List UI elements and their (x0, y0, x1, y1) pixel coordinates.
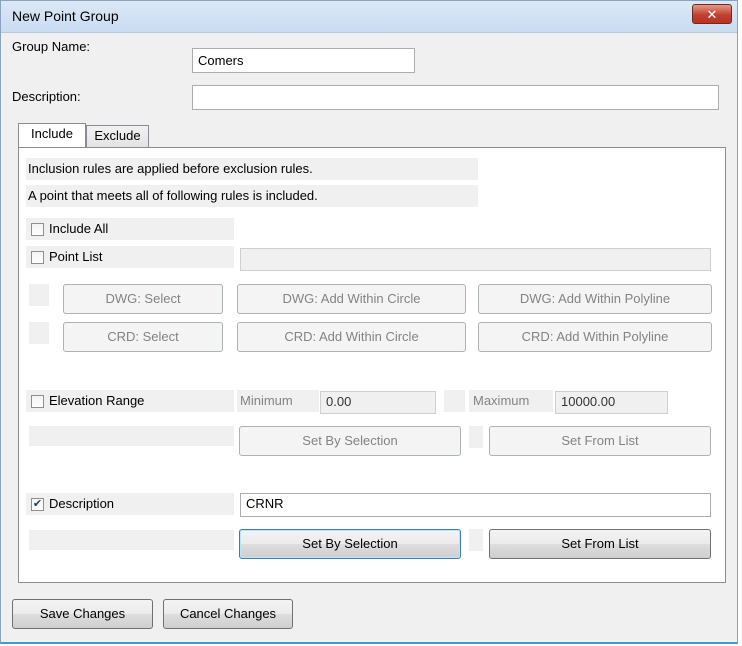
minimum-strip: Minimum (237, 390, 319, 412)
maximum-input[interactable]: 10000.00 (555, 391, 668, 414)
point-list-input[interactable] (240, 248, 711, 271)
elevation-range-checkbox[interactable] (31, 395, 44, 408)
include-all-label: Include All (49, 221, 109, 236)
crd-select-button[interactable]: CRD: Select (63, 322, 223, 352)
elevation-mid-spacer (469, 426, 483, 448)
elevation-range-row: Elevation Range (26, 390, 234, 412)
description-set-from-list-button[interactable]: Set From List (489, 529, 711, 559)
cancel-changes-button[interactable]: Cancel Changes (163, 599, 293, 629)
maximum-strip: Maximum (469, 390, 553, 412)
point-list-row: Point List (26, 246, 234, 268)
maximum-spacer (444, 390, 465, 412)
maximum-label: Maximum (473, 393, 530, 408)
dialog-window: New Point Group ✕ Group Name: Comers Des… (0, 0, 738, 644)
inclusion-order-note: Inclusion rules are applied before exclu… (28, 161, 313, 176)
minimum-input[interactable]: 0.00 (320, 391, 436, 414)
group-name-label: Group Name: (12, 39, 91, 54)
tab-include[interactable]: Include (18, 123, 86, 147)
include-all-checkbox[interactable] (31, 223, 44, 236)
dwg-add-within-circle-button[interactable]: DWG: Add Within Circle (237, 284, 466, 314)
dwg-row-spacer (29, 284, 49, 306)
crd-add-within-polyline-button[interactable]: CRD: Add Within Polyline (478, 322, 712, 352)
point-list-checkbox[interactable] (31, 251, 44, 264)
title-bar: New Point Group ✕ (1, 1, 737, 33)
elevation-buttons-spacer (29, 426, 234, 446)
minimum-label: Minimum (240, 393, 293, 408)
tab-exclude-label: Exclude (94, 128, 141, 143)
description-mid-spacer (469, 529, 483, 551)
tab-include-label: Include (31, 126, 73, 141)
dwg-select-button[interactable]: DWG: Select (63, 284, 223, 314)
close-icon: ✕ (706, 7, 718, 22)
description-input[interactable] (192, 85, 719, 110)
description-buttons-spacer (29, 530, 234, 550)
description-label: Description: (12, 89, 81, 104)
description-rule-row: ✔ Description (26, 493, 234, 515)
description-rule-checkbox[interactable]: ✔ (31, 498, 44, 511)
info-strip-2: A point that meets all of following rule… (26, 185, 478, 207)
inclusion-rule-note: A point that meets all of following rule… (28, 188, 318, 203)
close-button[interactable]: ✕ (692, 4, 732, 24)
crd-add-within-circle-button[interactable]: CRD: Add Within Circle (237, 322, 466, 352)
point-list-label: Point List (49, 249, 103, 264)
include-all-row: Include All (26, 218, 234, 240)
description-set-by-selection-button[interactable]: Set By Selection (239, 529, 461, 559)
elevation-set-from-list-button[interactable]: Set From List (489, 426, 711, 456)
checkmark-icon: ✔ (32, 498, 43, 510)
info-strip-1: Inclusion rules are applied before exclu… (26, 158, 478, 180)
tab-exclude[interactable]: Exclude (86, 125, 149, 147)
elevation-range-label: Elevation Range (49, 393, 145, 408)
description-rule-input[interactable]: CRNR (240, 493, 711, 517)
description-rule-label: Description (49, 496, 115, 511)
crd-row-spacer (29, 322, 49, 344)
dialog-title: New Point Group (12, 8, 119, 24)
elevation-set-by-selection-button[interactable]: Set By Selection (239, 426, 461, 456)
include-tab-panel: Inclusion rules are applied before exclu… (18, 147, 726, 583)
save-changes-button[interactable]: Save Changes (12, 599, 153, 629)
dwg-add-within-polyline-button[interactable]: DWG: Add Within Polyline (478, 284, 712, 314)
group-name-input[interactable]: Comers (192, 48, 415, 73)
